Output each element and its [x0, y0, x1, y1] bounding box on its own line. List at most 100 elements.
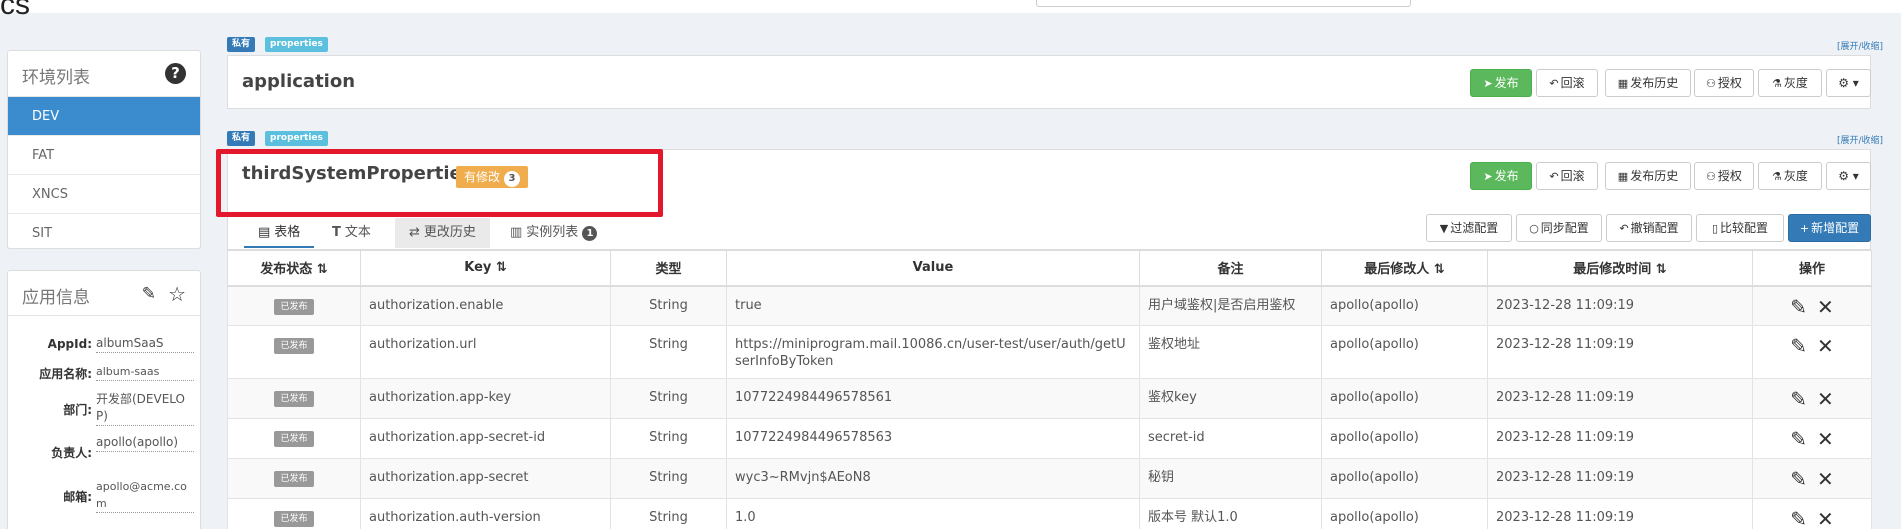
expand-toggle[interactable]: [展开/收缩]: [1837, 133, 1883, 146]
format-tag: properties: [265, 131, 328, 146]
cell-value: https://miniprogram.mail.10086.cn/user-t…: [726, 325, 1140, 379]
env-list-header: 环境列表 ?: [8, 51, 200, 97]
col-header-key[interactable]: Key ⇅: [360, 250, 611, 287]
col-header-modified-time[interactable]: 最后修改时间 ⇅: [1487, 250, 1753, 287]
config-table: 发布状态 ⇅ Key ⇅ 类型 Value 备注 最后修改人 ⇅ 最后修改时间 …: [227, 250, 1872, 529]
publish-history-button[interactable]: ▦ 发布历史: [1605, 162, 1691, 190]
info-value: apollo@acme.com: [96, 478, 194, 513]
table-header-row: 发布状态 ⇅ Key ⇅ 类型 Value 备注 最后修改人 ⇅ 最后修改时间 …: [227, 250, 1872, 287]
private-tag: 私有: [227, 37, 256, 52]
tab-change-history[interactable]: ⇄ 更改历史: [395, 218, 490, 248]
cell-value: wyc3~RMvjn$AEoN8: [726, 458, 1140, 499]
cell-time: 2023-12-28 11:09:19: [1487, 285, 1753, 326]
info-value: 开发部(DEVELOP): [96, 391, 194, 426]
env-list-title: 环境列表: [22, 68, 90, 88]
cell-value: 1.0: [726, 498, 1140, 529]
info-value: apollo(apollo): [96, 434, 194, 452]
star-icon[interactable]: ☆: [168, 282, 186, 306]
edit-icon[interactable]: ✎: [1790, 469, 1807, 489]
edit-icon[interactable]: ✎: [1790, 429, 1807, 449]
edit-icon[interactable]: ✎: [142, 284, 156, 304]
env-item-xncs[interactable]: XNCS: [8, 175, 200, 214]
filter-config-button[interactable]: ▼ 过滤配置: [1426, 214, 1512, 242]
env-item-fat[interactable]: FAT: [8, 136, 200, 175]
info-value: album-saas: [96, 363, 194, 381]
col-header-modifier[interactable]: 最后修改人 ⇅: [1321, 250, 1488, 287]
user-icon: ⚇: [1706, 170, 1716, 183]
tab-table[interactable]: ▤ 表格: [244, 218, 315, 248]
status-badge: 已发布: [274, 471, 314, 487]
table-row: 已发布 authorization.app-key String 1077224…: [227, 378, 1872, 419]
cell-modifier: apollo(apollo): [1321, 325, 1488, 379]
tab-text[interactable]: T 文本: [318, 218, 385, 248]
history-icon: ⇄: [409, 225, 420, 240]
table-icon: ▤: [258, 225, 271, 240]
grant-button[interactable]: ⚇ 授权: [1694, 162, 1754, 190]
close-icon[interactable]: ✕: [1817, 509, 1834, 529]
status-badge: 已发布: [274, 391, 314, 407]
status-badge: 已发布: [274, 298, 314, 315]
info-label: 应用名称:: [39, 367, 92, 381]
info-label: 负责人:: [51, 446, 92, 460]
close-icon[interactable]: ✕: [1817, 429, 1834, 449]
edit-icon[interactable]: ✎: [1790, 509, 1807, 529]
env-item-sit[interactable]: SIT: [8, 214, 200, 253]
tab-instance-list[interactable]: ▥ 实例列表 1: [496, 218, 611, 248]
cell-comment: 用户域鉴权|是否启用鉴权: [1139, 285, 1322, 326]
app-info-header: 应用信息 ✎ ☆: [8, 271, 200, 316]
close-icon[interactable]: ✕: [1817, 297, 1834, 317]
search-input[interactable]: [1036, 0, 1411, 7]
table-row: 已发布 authorization.app-secret-id String 1…: [227, 418, 1872, 459]
send-icon: ➤: [1483, 170, 1493, 183]
grant-button[interactable]: ⚇ 授权: [1694, 69, 1754, 97]
cell-comment: 秘钥: [1139, 458, 1322, 499]
publish-button[interactable]: ➤ 发布: [1470, 69, 1532, 97]
close-icon[interactable]: ✕: [1817, 336, 1834, 356]
sync-icon: ○: [1529, 222, 1539, 235]
cell-time: 2023-12-28 11:09:19: [1487, 458, 1753, 499]
calendar-icon: ▦: [1617, 170, 1629, 183]
cell-modifier: apollo(apollo): [1321, 378, 1488, 419]
edit-icon[interactable]: ✎: [1790, 297, 1807, 317]
info-label: AppId:: [47, 337, 92, 351]
close-icon[interactable]: ✕: [1817, 469, 1834, 489]
close-icon[interactable]: ✕: [1817, 389, 1834, 409]
compare-config-button[interactable]: ▯ 比较配置: [1696, 214, 1784, 242]
gear-icon: ⚙ ▾: [1838, 169, 1859, 183]
cell-key: authorization.app-secret-id: [360, 418, 611, 459]
env-item-dev[interactable]: DEV: [8, 97, 200, 136]
cell-comment: 鉴权地址: [1139, 325, 1322, 379]
col-header-value: Value: [726, 250, 1140, 287]
add-config-button[interactable]: + 新增配置: [1788, 214, 1871, 242]
edit-icon[interactable]: ✎: [1790, 389, 1807, 409]
cell-modifier: apollo(apollo): [1321, 418, 1488, 459]
gray-release-button[interactable]: ⚗ 灰度: [1758, 162, 1822, 190]
cell-comment: 版本号 默认1.0: [1139, 498, 1322, 529]
publish-history-button[interactable]: ▦ 发布历史: [1605, 69, 1691, 97]
col-header-actions: 操作: [1752, 250, 1872, 287]
rollback-button[interactable]: ↶ 回滚: [1536, 162, 1598, 190]
cell-key: authorization.app-key: [360, 378, 611, 419]
calendar-icon: ▦: [1617, 77, 1629, 90]
cell-modifier: apollo(apollo): [1321, 458, 1488, 499]
cell-type: String: [610, 285, 727, 326]
sync-config-button[interactable]: ○ 同步配置: [1516, 214, 1602, 242]
publish-button[interactable]: ➤ 发布: [1470, 162, 1532, 190]
flask-icon: ⚗: [1772, 77, 1782, 90]
flask-icon: ⚗: [1772, 170, 1782, 183]
gray-release-button[interactable]: ⚗ 灰度: [1758, 69, 1822, 97]
info-value: albumSaaS: [96, 335, 194, 353]
revoke-config-button[interactable]: ↶ 撤销配置: [1606, 214, 1692, 242]
col-header-type: 类型: [610, 250, 727, 287]
rollback-button[interactable]: ↶ 回滚: [1536, 69, 1598, 97]
filter-icon: ▼: [1439, 222, 1449, 235]
col-header-status[interactable]: 发布状态 ⇅: [227, 250, 361, 287]
settings-dropdown-button[interactable]: ⚙ ▾: [1826, 162, 1871, 190]
question-circle-icon[interactable]: ?: [165, 63, 186, 84]
cell-key: authorization.enable: [360, 285, 611, 326]
edit-icon[interactable]: ✎: [1790, 336, 1807, 356]
cell-time: 2023-12-28 11:09:19: [1487, 418, 1753, 459]
app-logo[interactable]: cs: [0, 0, 30, 22]
expand-toggle[interactable]: [展开/收缩]: [1837, 39, 1883, 52]
settings-dropdown-button[interactable]: ⚙ ▾: [1826, 69, 1871, 97]
